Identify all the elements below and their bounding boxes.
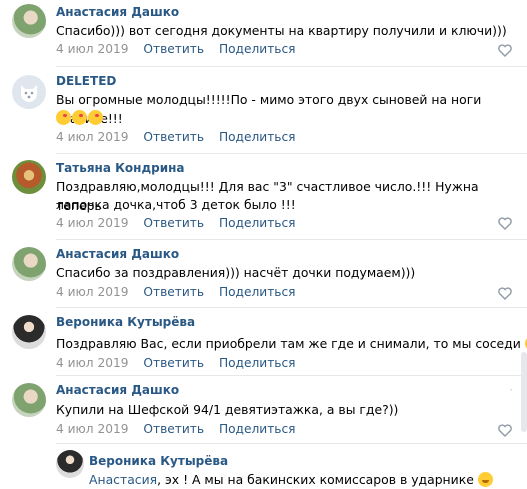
- comment-text-line: лапочка дочка,чтоб 3 деток было !!!: [56, 197, 296, 212]
- avatar[interactable]: [56, 450, 84, 478]
- reply-link[interactable]: Ответить: [143, 216, 204, 230]
- comment-date[interactable]: 4 июл 2019: [56, 422, 129, 436]
- reply-link[interactable]: Ответить: [143, 130, 204, 144]
- comment-date[interactable]: 4 июл 2019: [56, 285, 129, 299]
- avatar[interactable]: [12, 383, 46, 417]
- share-link[interactable]: Поделиться: [219, 422, 296, 436]
- dog-icon: [21, 85, 37, 102]
- reply-link[interactable]: Ответить: [143, 285, 204, 299]
- comment-author[interactable]: Татьяна Кондрина: [56, 161, 185, 175]
- comment-author[interactable]: Вероника Кутырёва: [56, 315, 195, 329]
- comment-text: Вы огромные молодцы!!!!!По - мимо этого …: [56, 92, 482, 126]
- separator: [56, 153, 527, 154]
- comment-text: Спасибо за поздравления))) насчёт дочки …: [56, 265, 416, 280]
- share-link[interactable]: Поделиться: [219, 216, 296, 230]
- separator: [56, 443, 527, 444]
- comment-text-body: , эх ! А мы на бакинских комиссаров в уд…: [157, 472, 474, 487]
- comment-author[interactable]: Вероника Кутырёва: [89, 454, 228, 468]
- comment-author[interactable]: Анастасия Дашко: [56, 5, 179, 19]
- comment-date[interactable]: 4 июл 2019: [56, 42, 129, 56]
- comment-meta: 4 июл 2019 Ответить Поделиться: [56, 130, 307, 144]
- comment-text: Купили на Шефской 94/1 девятиэтажка, а в…: [56, 402, 399, 417]
- comment-author[interactable]: Анастасия Дашко: [56, 383, 179, 397]
- comment-text: Анастасия, эх ! А мы на бакинских комисс…: [89, 470, 519, 489]
- comment-meta: 4 июл 2019 Ответить Поделиться: [56, 285, 307, 299]
- separator: [56, 66, 527, 67]
- heart-icon[interactable]: [498, 287, 512, 300]
- avatar[interactable]: [12, 4, 46, 38]
- comment-text-body: Поздравляю Вас, если приобрели там же гд…: [56, 336, 521, 351]
- emoji-row: [56, 110, 104, 125]
- kiss-emoji: [72, 110, 87, 125]
- comment-meta: 4 июл 2019 Ответить Поделиться: [56, 216, 307, 230]
- comment-text: Спасибо))) вот сегодня документы на квар…: [56, 23, 507, 38]
- separator: [56, 375, 527, 376]
- share-link[interactable]: Поделиться: [219, 285, 296, 299]
- more-icon[interactable]: ·: [509, 383, 513, 397]
- comment-date[interactable]: 4 июл 2019: [56, 216, 129, 230]
- comment-author[interactable]: Анастасия Дашко: [56, 247, 179, 261]
- share-link[interactable]: Поделиться: [219, 42, 296, 56]
- heart-icon[interactable]: [498, 217, 512, 230]
- scrollbar[interactable]: [521, 352, 527, 432]
- comment-meta: 4 июл 2019 Ответить Поделиться: [56, 42, 307, 56]
- kiss-emoji: [56, 110, 71, 125]
- reply-link[interactable]: Ответить: [143, 356, 204, 370]
- comment-author: DELETED: [56, 74, 117, 88]
- share-link[interactable]: Поделиться: [219, 356, 296, 370]
- avatar[interactable]: [12, 160, 46, 194]
- separator: [56, 239, 527, 240]
- comment-text: Поздравляю Вас, если приобрели там же гд…: [56, 334, 527, 353]
- heart-icon[interactable]: [498, 424, 512, 437]
- avatar[interactable]: [12, 315, 46, 349]
- reply-link[interactable]: Ответить: [143, 42, 204, 56]
- smile-emoji: [477, 472, 493, 487]
- comment-date[interactable]: 4 июл 2019: [56, 356, 129, 370]
- share-link[interactable]: Поделиться: [219, 130, 296, 144]
- comment-date[interactable]: 4 июл 2019: [56, 130, 129, 144]
- kiss-emoji: [88, 110, 103, 125]
- comment-meta: 4 июл 2019 Ответить Поделиться: [56, 422, 307, 436]
- comment-meta: 4 июл 2019 Ответить Поделиться: [56, 356, 307, 370]
- deleted-avatar: [12, 75, 46, 109]
- avatar[interactable]: [12, 247, 46, 281]
- mention-link[interactable]: Анастасия: [89, 472, 157, 487]
- reply-link[interactable]: Ответить: [143, 422, 204, 436]
- separator: [56, 307, 527, 308]
- heart-icon[interactable]: [498, 44, 512, 57]
